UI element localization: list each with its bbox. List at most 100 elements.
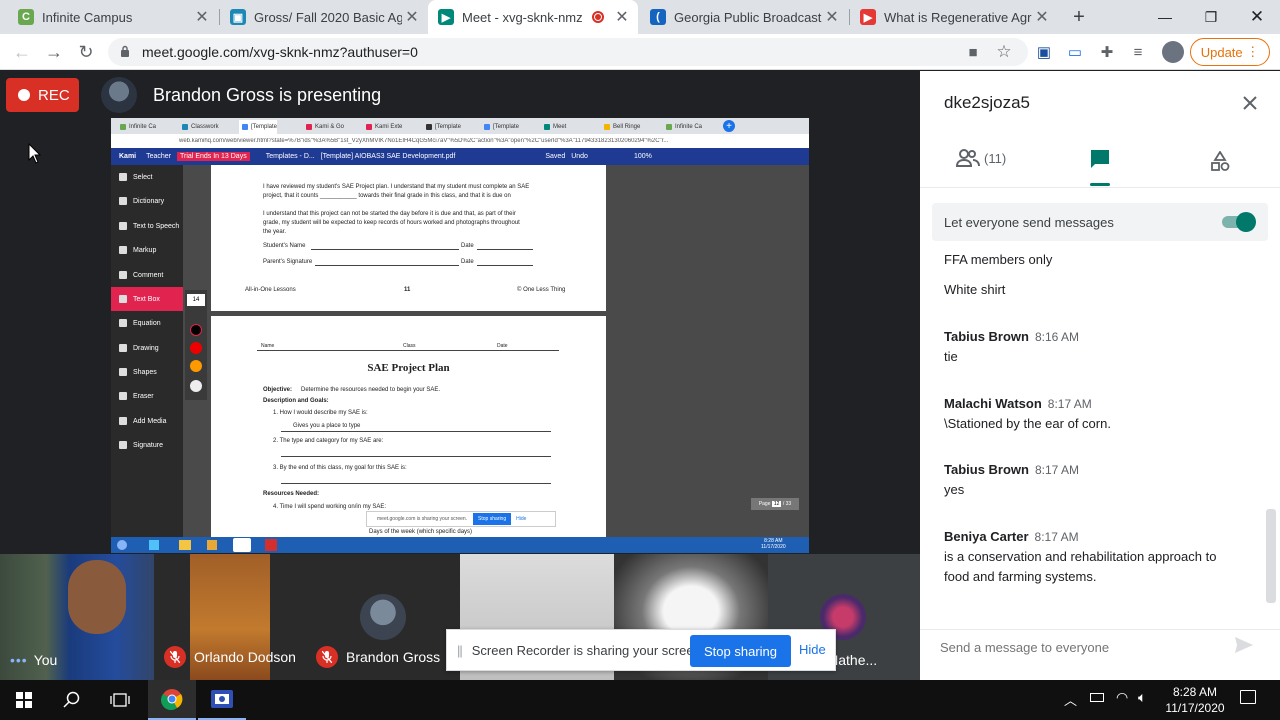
close-window-button[interactable]: ✕	[1234, 0, 1280, 34]
cast-extension-icon[interactable]: ▭	[1064, 41, 1086, 63]
restore-button[interactable]: ❐	[1188, 0, 1234, 34]
chat-scrollbar[interactable]	[1266, 509, 1276, 603]
extensions-puzzle-icon[interactable]: ✚	[1096, 41, 1118, 63]
shared-tab: Infinite Ca	[663, 120, 702, 134]
chat-panel: dke2sjoza5 (11) Let everyone send messag…	[920, 71, 1280, 680]
task-view-icon[interactable]	[96, 680, 144, 720]
pdf-text: 1. How I would describe my SAE is:	[273, 410, 368, 416]
back-icon[interactable]: ←	[10, 40, 34, 64]
kami-undo: Undo	[571, 153, 588, 160]
pdf-line	[477, 265, 533, 266]
wifi-icon[interactable]: ◠	[1116, 689, 1128, 706]
tray-chevron-icon[interactable]: ︿	[1064, 690, 1077, 709]
tab-infinite-campus[interactable]: C Infinite Campus ✕	[8, 0, 218, 34]
message-sender: Beniya Carter	[944, 529, 1029, 544]
participant-tile-you[interactable]: ••• You	[0, 554, 154, 680]
recording-icon	[592, 11, 604, 23]
chat-message: FFA members only	[944, 250, 1244, 270]
close-tab-icon[interactable]: ✕	[612, 7, 632, 27]
screen-recorder-extension-icon[interactable]: ▣	[1033, 41, 1055, 63]
pdf-text: Description and Goals:	[263, 398, 329, 404]
chat-message: White shirt	[944, 280, 1244, 300]
profile-avatar[interactable]	[1162, 41, 1184, 63]
chat-icon[interactable]	[1090, 149, 1110, 169]
new-tab-button[interactable]: +	[1066, 4, 1092, 30]
pdf-line	[477, 249, 533, 250]
windows-start-icon[interactable]	[0, 680, 48, 720]
chat-message: Malachi Watson 8:17 AM \Stationed by the …	[944, 394, 1244, 434]
send-icon[interactable]	[1234, 636, 1254, 654]
message-time: 8:17 AM	[1047, 397, 1092, 411]
forward-icon[interactable]: →	[42, 40, 66, 64]
screen-recorder-taskbar-icon[interactable]	[198, 680, 246, 720]
message-sender: Tabius Brown	[944, 462, 1029, 477]
url-text: meet.google.com/xvg-sknk-nmz?authuser=0	[142, 44, 418, 60]
minimize-button[interactable]: —	[1142, 0, 1188, 34]
message-text: White shirt	[944, 282, 1006, 297]
update-button[interactable]: Update ⋮	[1190, 38, 1270, 66]
search-icon[interactable]	[48, 680, 96, 720]
drag-handle-icon[interactable]: ||	[457, 643, 463, 658]
tab-gpb[interactable]: ( Georgia Public Broadcastin ✕	[640, 0, 848, 34]
system-clock[interactable]: 8:28 AM 11/17/2020	[1150, 684, 1240, 716]
close-tab-icon[interactable]: ✕	[822, 7, 842, 27]
chrome-taskbar-icon[interactable]	[148, 680, 196, 720]
tab-title: Infinite Campus	[42, 9, 133, 25]
tab-people[interactable]: (11)	[956, 149, 1006, 167]
lock-icon	[121, 45, 129, 57]
people-icon	[956, 149, 980, 167]
kami-zoom: 100%	[633, 153, 652, 160]
tab-youtube[interactable]: ▶ What is Regenerative Agric ✕	[850, 0, 1058, 34]
pdf-text: Student's Name	[263, 243, 306, 249]
activities-shapes-icon[interactable]	[1210, 151, 1230, 171]
kami-doc-path: Templates - D...	[265, 153, 315, 160]
close-icon[interactable]	[1240, 93, 1260, 113]
hide-button[interactable]: Hide	[799, 642, 826, 657]
battery-icon[interactable]	[1090, 693, 1104, 702]
chat-message-input[interactable]	[940, 637, 1210, 657]
toggle-knob	[1236, 212, 1256, 232]
kami-tool: Drawing	[111, 336, 183, 360]
notification-center-icon[interactable]	[1240, 690, 1256, 704]
reload-icon[interactable]: ↻	[74, 40, 98, 64]
message-text: \Stationed by the ear of corn.	[944, 416, 1111, 431]
tab-classroom[interactable]: ▣ Gross/ Fall 2020 Basic Agric ✕	[220, 0, 428, 34]
participant-tile-orlando[interactable]: Orlando Dodson	[154, 554, 308, 680]
tab-meet[interactable]: ▶ Meet - xvg-sknk-nmz ✕	[428, 0, 638, 34]
pdf-text: 11	[404, 287, 411, 293]
volume-icon[interactable]: 🔈︎	[1138, 689, 1146, 706]
windows-taskbar: ︿ ◠ 🔈︎ 8:28 AM 11/17/2020	[0, 680, 1280, 720]
message-text: yes	[944, 482, 965, 497]
browser-tab-strip: C Infinite Campus ✕ ▣ Gross/ Fall 2020 B…	[0, 0, 1280, 34]
kami-tool: Markup	[111, 238, 183, 262]
pdf-title: SAE Project Plan	[367, 362, 450, 374]
pdf-text: Days of the week (which specific days)	[369, 529, 473, 535]
kami-tool: Text Box	[111, 287, 183, 311]
mic-off-icon	[164, 646, 186, 668]
shared-tab-strip: Infinite Ca Classwork [Template Kami & G…	[111, 118, 809, 134]
participant-name: Orlando Dodson	[164, 646, 296, 668]
camera-icon[interactable]: ■	[962, 41, 984, 63]
close-tab-icon[interactable]: ✕	[192, 7, 212, 27]
update-label: Update	[1200, 44, 1243, 60]
participant-tile-brandon[interactable]: Brandon Gross	[308, 554, 460, 680]
pdf-line	[281, 431, 551, 432]
kami-toolbar: Kami Teacher Trial Ends In 13 Days Templ…	[111, 148, 809, 165]
page-total: 33	[785, 501, 792, 507]
pdf-text: I understand that this project can not b…	[263, 211, 516, 217]
palette-icon	[190, 380, 202, 392]
let-everyone-send-row: Let everyone send messages	[932, 203, 1268, 241]
reading-list-icon[interactable]: ≡	[1127, 41, 1149, 63]
kami-doc-name: [Template] AIOBAS3 SAE Development.pdf	[320, 153, 456, 160]
participant-name: Brandon Gross	[316, 646, 440, 668]
participant-name: ••• You	[10, 652, 58, 668]
message-sender: Malachi Watson	[944, 396, 1042, 411]
send-messages-toggle[interactable]	[1220, 212, 1256, 232]
shared-start-icon	[117, 540, 127, 550]
close-tab-icon[interactable]: ✕	[402, 7, 422, 27]
bookmark-star-icon[interactable]: ☆	[993, 41, 1015, 63]
address-bar[interactable]: meet.google.com/xvg-sknk-nmz?authuser=0	[108, 38, 1028, 66]
close-tab-icon[interactable]: ✕	[1032, 7, 1052, 27]
pdf-text: Objective:	[263, 387, 293, 393]
stop-sharing-button[interactable]: Stop sharing	[690, 635, 791, 667]
